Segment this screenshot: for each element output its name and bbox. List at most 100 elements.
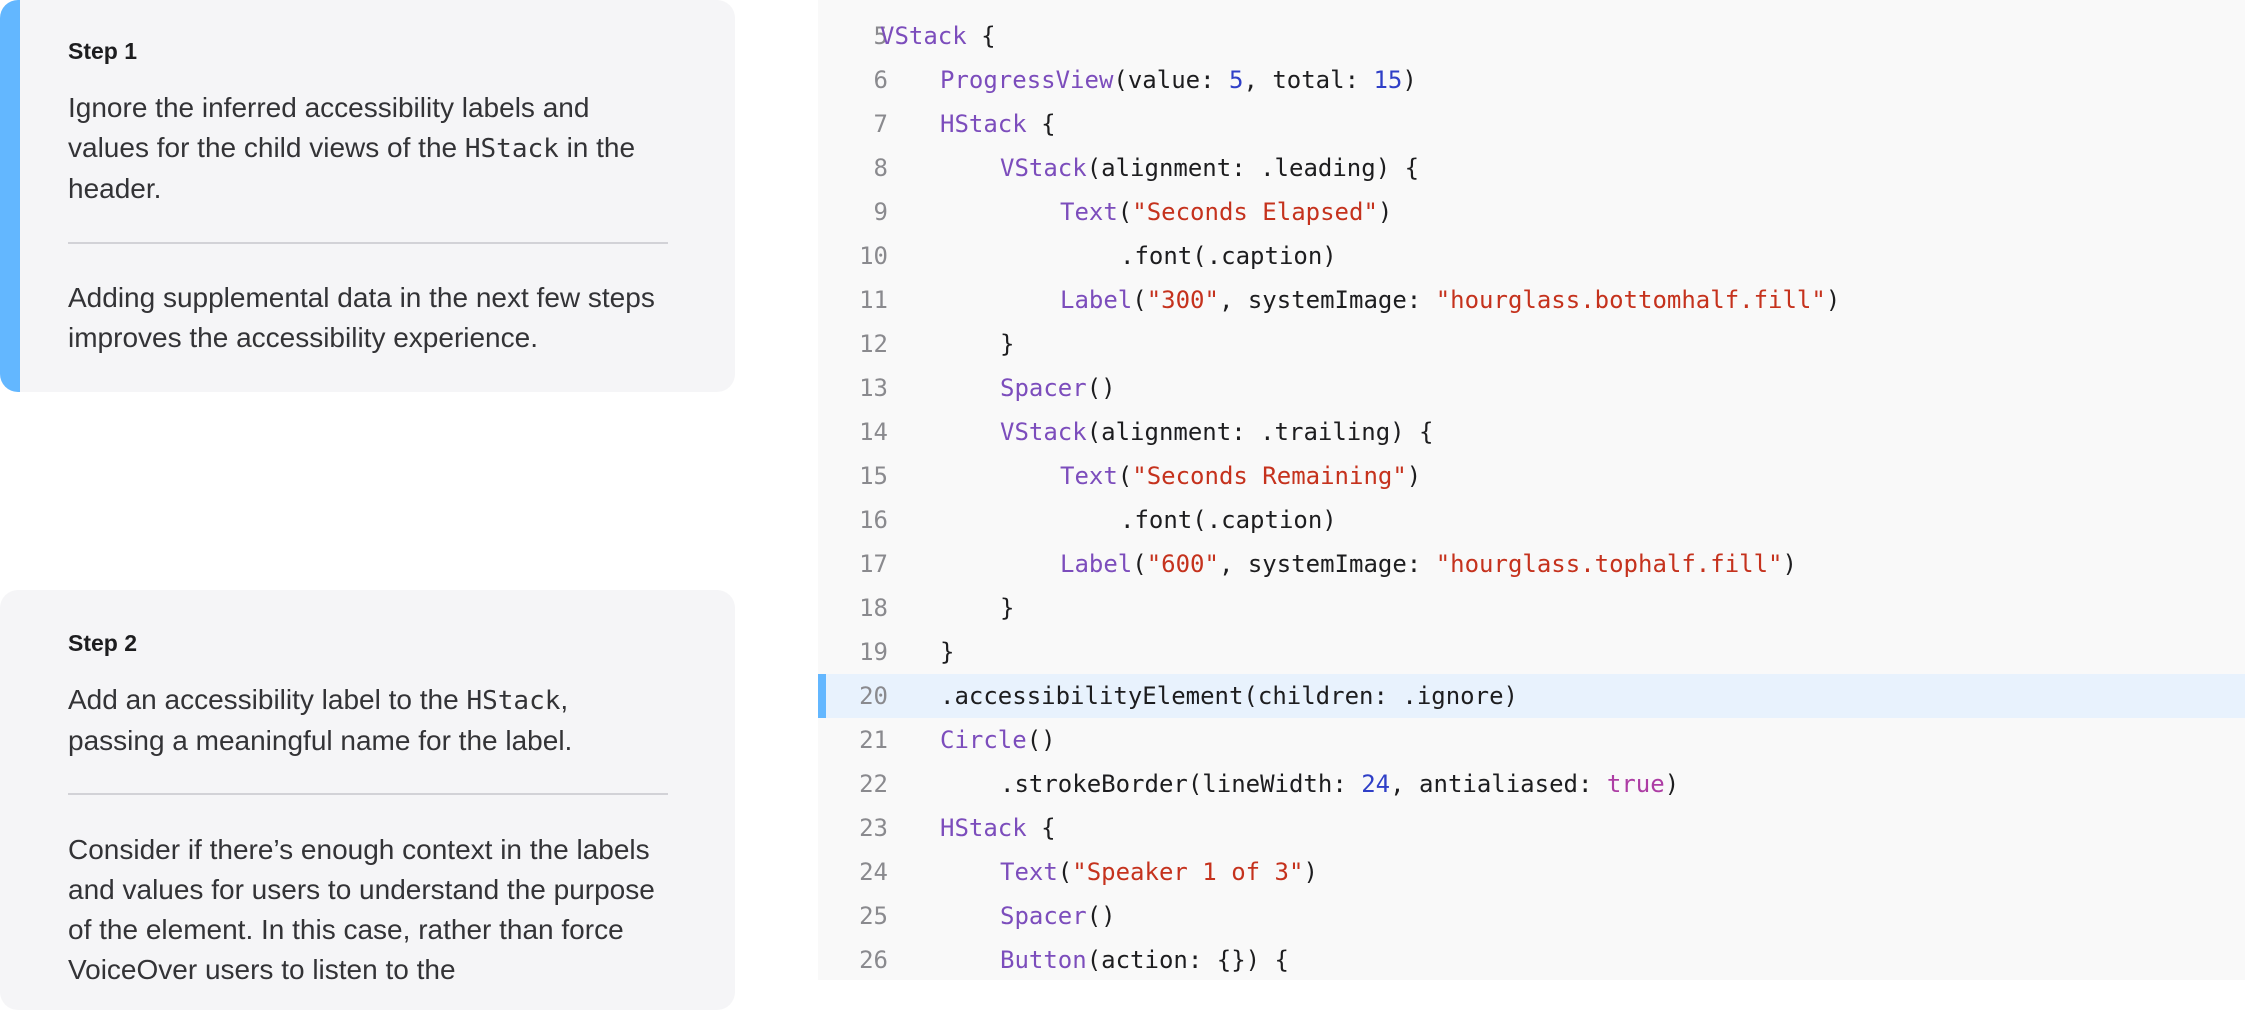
code-text: Text("Seconds Elapsed") bbox=[1060, 198, 1392, 226]
line-number: 23 bbox=[859, 814, 888, 842]
code-line: 19} bbox=[818, 630, 2245, 674]
code-line: 25 Spacer() bbox=[818, 894, 2245, 938]
code-token: .font(.caption) bbox=[1120, 506, 1337, 534]
code-token: 15 bbox=[1373, 66, 1403, 94]
code-token: ( bbox=[1117, 462, 1133, 490]
line-number: 11 bbox=[859, 286, 888, 314]
code-token: (alignment: .leading) { bbox=[1086, 154, 1420, 182]
code-token: , total: bbox=[1243, 66, 1374, 94]
step-card-1[interactable]: Step 1 Ignore the inferred accessibility… bbox=[0, 0, 735, 392]
code-line: 24 Text("Speaker 1 of 3") bbox=[818, 850, 2245, 894]
line-number: 17 bbox=[859, 550, 888, 578]
code-token: "600" bbox=[1146, 550, 1219, 578]
code-token: .font(.caption) bbox=[1120, 242, 1337, 270]
code-text: Spacer() bbox=[1000, 374, 1116, 402]
code-line: 7 HStack { bbox=[818, 102, 2245, 146]
code-line: 13 Spacer() bbox=[818, 366, 2245, 410]
line-number: 25 bbox=[859, 902, 888, 930]
code-token: .strokeBorder(lineWidth: bbox=[1000, 770, 1362, 798]
line-number: 6 bbox=[873, 66, 888, 94]
inline-code: HStack bbox=[464, 134, 559, 164]
code-token: .accessibilityElement(children: .ignore) bbox=[940, 682, 1518, 710]
code-line: 18} bbox=[818, 586, 2245, 630]
code-text: Text("Seconds Remaining") bbox=[1060, 462, 1421, 490]
code-token: HStack bbox=[940, 814, 1027, 842]
step-note: Adding supplemental data in the next few… bbox=[68, 282, 655, 353]
code-line: 26 Button(action: {}) { bbox=[818, 938, 2245, 980]
code-token: ( bbox=[1117, 198, 1133, 226]
code-token: "300" bbox=[1146, 286, 1219, 314]
code-line: 17 Label("600", systemImage: "hourglass.t… bbox=[818, 542, 2245, 586]
code-line: 15 Text("Seconds Remaining") bbox=[818, 454, 2245, 498]
line-number: 7 bbox=[873, 110, 888, 138]
line-number: 16 bbox=[859, 506, 888, 534]
step-card-2[interactable]: Step 2 Add an accessibility label to the… bbox=[0, 590, 735, 1010]
code-line: 23 HStack { bbox=[818, 806, 2245, 850]
code-token: { bbox=[1026, 814, 1056, 842]
code-token: Text bbox=[1060, 462, 1118, 490]
code-token: 24 bbox=[1361, 770, 1391, 798]
line-number: 10 bbox=[859, 242, 888, 270]
code-text: .font(.caption) bbox=[1120, 506, 1337, 534]
code-token: 5 bbox=[1228, 66, 1244, 94]
code-text: VStack(alignment: .leading) { bbox=[1000, 154, 1419, 182]
line-number: 13 bbox=[859, 374, 888, 402]
code-text: VStack { bbox=[880, 22, 996, 50]
code-token: , systemImage: bbox=[1218, 286, 1436, 314]
inline-code: HStack bbox=[466, 686, 561, 716]
code-line: 22 .strokeBorder(lineWidth: 24, antialias… bbox=[818, 762, 2245, 806]
code-token: "Seconds Elapsed" bbox=[1132, 198, 1378, 226]
code-token: } bbox=[940, 638, 955, 666]
line-number: 9 bbox=[873, 198, 888, 226]
code-text: Text("Speaker 1 of 3") bbox=[1000, 858, 1318, 886]
code-token: "hourglass.tophalf.fill" bbox=[1435, 550, 1783, 578]
code-text: } bbox=[1000, 330, 1014, 358]
code-token: (alignment: .trailing) { bbox=[1086, 418, 1434, 446]
code-token: ) bbox=[1402, 66, 1417, 94]
code-token: () bbox=[1086, 374, 1116, 402]
code-line: 10 .font(.caption) bbox=[818, 234, 2245, 278]
code-token: ( bbox=[1132, 286, 1147, 314]
line-number: 24 bbox=[859, 858, 888, 886]
code-text: ProgressView(value: 5, total: 15) bbox=[940, 66, 1417, 94]
line-number: 19 bbox=[859, 638, 888, 666]
code-token: "Seconds Remaining" bbox=[1132, 462, 1407, 490]
line-number: 12 bbox=[859, 330, 888, 358]
code-token: Spacer bbox=[1000, 374, 1087, 402]
line-number: 20 bbox=[859, 682, 888, 710]
code-listing[interactable]: 5 VStack {6 ProgressView(value: 5, total: … bbox=[818, 0, 2245, 980]
line-number: 5 bbox=[873, 22, 888, 50]
code-line: 8 VStack(alignment: .leading) { bbox=[818, 146, 2245, 190]
line-number: 21 bbox=[859, 726, 888, 754]
code-token: { bbox=[1026, 110, 1056, 138]
code-token: ( bbox=[1132, 550, 1147, 578]
line-number: 18 bbox=[859, 594, 888, 622]
code-token: , antialiased: bbox=[1390, 770, 1607, 798]
step-title: Step 1 bbox=[68, 38, 138, 64]
code-token: "hourglass.bottomhalf.fill" bbox=[1435, 286, 1826, 314]
code-line: 20 .accessibilityElement(children: .ignor… bbox=[818, 674, 2245, 718]
code-line: 5 VStack { bbox=[818, 14, 2245, 58]
code-text: Spacer() bbox=[1000, 902, 1116, 930]
divider bbox=[68, 793, 668, 795]
active-step-indicator bbox=[0, 0, 20, 392]
line-number: 26 bbox=[859, 946, 888, 974]
step-description: Add an accessibility label to the HStack… bbox=[68, 680, 668, 761]
code-token: ) bbox=[1377, 198, 1393, 226]
code-text: VStack(alignment: .trailing) { bbox=[1000, 418, 1433, 446]
code-token: ) bbox=[1406, 462, 1422, 490]
code-token: } bbox=[1000, 330, 1015, 358]
code-token: ) bbox=[1664, 770, 1680, 798]
code-line: 11 Label("300", systemImage: "hourglass.b… bbox=[818, 278, 2245, 322]
line-number: 8 bbox=[873, 154, 888, 182]
code-line: 6 ProgressView(value: 5, total: 15) bbox=[818, 58, 2245, 102]
code-token: VStack bbox=[1000, 154, 1087, 182]
code-token: ) bbox=[1825, 286, 1841, 314]
step-note: Consider if there’s enough context in th… bbox=[68, 834, 655, 985]
code-token: HStack bbox=[940, 110, 1027, 138]
code-text: } bbox=[1000, 594, 1014, 622]
code-token: () bbox=[1026, 726, 1056, 754]
code-text: .font(.caption) bbox=[1120, 242, 1337, 270]
code-token: (value: bbox=[1113, 66, 1229, 94]
code-token: Label bbox=[1060, 550, 1133, 578]
